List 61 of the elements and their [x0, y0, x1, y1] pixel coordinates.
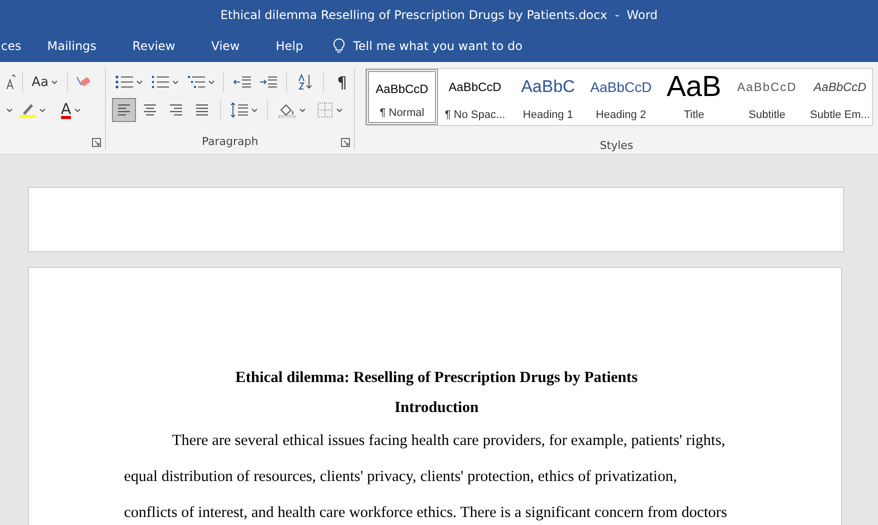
paint-bucket-icon: [278, 102, 296, 118]
bullet-list-icon: [114, 74, 133, 90]
style-label: Subtitle: [748, 109, 786, 121]
window-title: Ethical dilemma Reselling of Prescription Drugs by Patients.docx - Word: [220, 8, 658, 22]
align-left-icon: [116, 103, 132, 117]
highlighter-icon: [20, 102, 36, 118]
dropdown-icon: [136, 80, 143, 84]
grow-font-icon[interactable]: [6, 74, 16, 90]
increase-indent-icon: [259, 75, 278, 89]
style-label: Subtle Em...: [810, 109, 870, 121]
ribbon-tab[interactable]: Review: [132, 35, 176, 57]
multilevel-list-icon: [186, 74, 205, 90]
document-title: Ethical dilemma: Reselling of Prescription Drugs by Patients: [234, 368, 639, 388]
style-label: Heading 2: [596, 109, 646, 121]
align-button[interactable]: [112, 98, 136, 122]
style-label: Title: [684, 109, 704, 121]
borders-icon: [317, 102, 333, 118]
ribbon-tab[interactable]: View: [211, 35, 240, 57]
dropdown-icon: [172, 80, 179, 84]
ribbon-tab[interactable]: ces: [1, 35, 22, 57]
style-label: ¶ Normal: [380, 107, 424, 119]
dropdown-icon: [39, 108, 46, 112]
body-text-line: There are several ethical issues facing health care providers, for example, patients' rights,: [171, 431, 726, 451]
show-marks-button[interactable]: ¶: [330, 70, 354, 94]
sort-icon: [297, 74, 314, 90]
align-center-icon: [142, 103, 158, 117]
style-item[interactable]: AaBbCcD ¶ Normal: [366, 69, 438, 125]
style-preview: AaBbCcD: [376, 81, 428, 98]
align-justify-icon: [194, 103, 210, 117]
style-preview: AaBbCcD: [448, 79, 502, 96]
section-heading: Introduction: [393, 398, 480, 418]
change-case-button[interactable]: Aa: [29, 70, 61, 94]
align-right-icon: [168, 103, 184, 117]
decrease-indent-icon: [233, 75, 252, 89]
style-preview: AaBbC: [521, 76, 575, 98]
style-preview: AaBbCcD: [590, 78, 652, 97]
style-preview: AaBbCcD: [737, 79, 797, 96]
font-color-button[interactable]: A: [53, 98, 89, 122]
numbered-list-icon: [150, 74, 169, 90]
lightbulb-icon: [333, 38, 346, 54]
body-text-line: equal distribution of resources, clients' privacy, clients' protection, ethics of privatization,: [124, 467, 678, 487]
dropdown-icon: [51, 80, 58, 84]
dropdown-icon: [6, 108, 13, 112]
style-label: Heading 1: [522, 109, 574, 121]
ribbon-tab[interactable]: Help: [276, 35, 304, 57]
group-label: Paragraph: [202, 135, 258, 148]
dropdown-icon: [74, 108, 82, 112]
group-label: Styles: [600, 139, 634, 152]
style-preview: AaB: [666, 74, 722, 100]
style-preview: AaBbCcD: [814, 79, 866, 96]
body-text-line: conflicts of interest, and health care workforce ethics. There is a significant concern from doctors: [124, 503, 728, 523]
style-label: ¶ No Spac...: [444, 109, 506, 121]
tell-me-field[interactable]: Tell me what you want to do: [353, 39, 522, 53]
line-spacing-icon: [230, 102, 248, 118]
ribbon-tab[interactable]: Mailings: [47, 35, 96, 57]
dialog-launcher-icon[interactable]: [341, 138, 350, 147]
dropdown-icon: [208, 80, 215, 84]
dropdown-icon: [299, 108, 306, 112]
dropdown-icon: [336, 108, 343, 112]
dropdown-icon: [251, 108, 258, 112]
dialog-launcher-icon[interactable]: [92, 138, 101, 147]
